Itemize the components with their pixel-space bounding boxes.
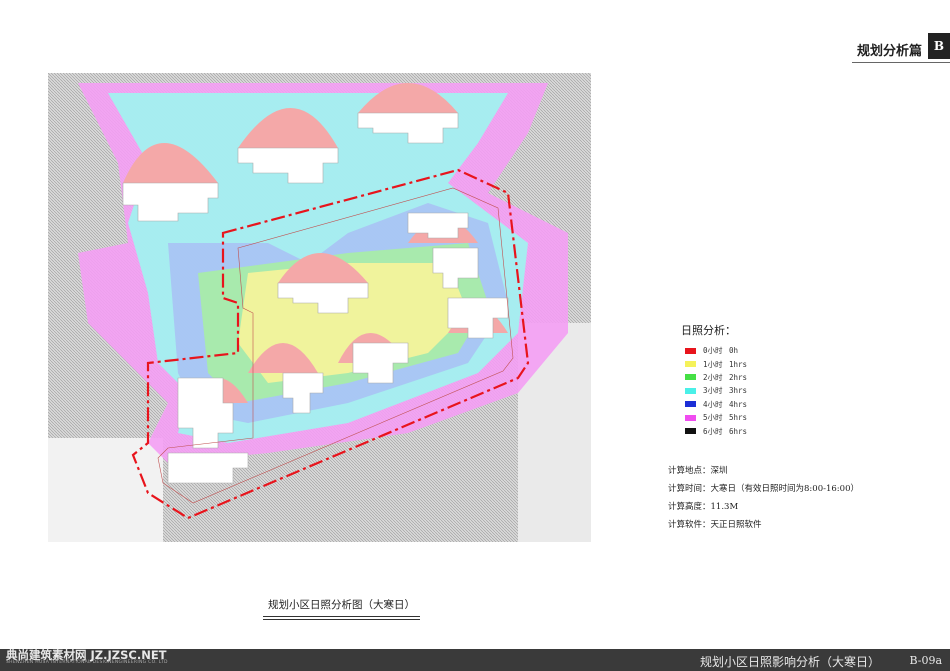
info-value: 大寒日（有效日照时间为8:00-16:00） bbox=[710, 484, 859, 494]
legend-item-5h: 5小时 5hrs bbox=[681, 411, 747, 424]
legend-label-zh: 0小时 bbox=[703, 346, 723, 356]
info-time: 计算时间：大寒日（有效日照时间为8:00-16:00） bbox=[668, 480, 859, 498]
info-label: 计算高度： bbox=[668, 502, 711, 512]
sunlight-legend: 日照分析： 0小时 0h 1小时 1hrs 2小时 2hrs 3小时 3hrs … bbox=[681, 322, 747, 438]
legend-label-en: 3hrs bbox=[729, 386, 748, 396]
page-number: B-09a bbox=[909, 654, 942, 667]
legend-swatch bbox=[685, 401, 696, 408]
legend-swatch bbox=[685, 428, 696, 435]
legend-item-1h: 1小时 1hrs bbox=[681, 357, 747, 370]
legend-swatch bbox=[685, 387, 696, 394]
info-height: 计算高度：11.3M bbox=[668, 498, 859, 516]
caption-underline bbox=[263, 616, 420, 617]
legend-label-zh: 3小时 bbox=[703, 386, 723, 396]
footer-company: SHENZHEN HUSA INTERNATIONAL DESIGNENGINE… bbox=[6, 660, 168, 665]
legend-item-6h: 6小时 6hrs bbox=[681, 424, 747, 437]
legend-item-3h: 3小时 3hrs bbox=[681, 384, 747, 397]
header-title: 规划分析篇 bbox=[856, 44, 922, 59]
sunlight-analysis-map bbox=[48, 73, 591, 542]
legend-label-zh: 2小时 bbox=[703, 372, 723, 382]
info-value: 天正日照软件 bbox=[710, 520, 762, 530]
legend-label-en: 6hrs bbox=[729, 426, 748, 436]
legend-swatch bbox=[685, 347, 696, 354]
legend-label-zh: 1小时 bbox=[703, 359, 723, 369]
info-label: 计算时间： bbox=[668, 484, 711, 494]
caption-underline bbox=[263, 619, 420, 620]
legend-item-0h: 0小时 0h bbox=[681, 344, 747, 357]
legend-label-en: 0h bbox=[729, 346, 739, 356]
info-value: 深圳 bbox=[710, 466, 728, 476]
legend-swatch bbox=[685, 361, 696, 368]
legend-label-zh: 4小时 bbox=[703, 399, 723, 409]
section-badge: B bbox=[928, 33, 950, 59]
map-caption: 规划小区日照分析图（大寒日） bbox=[268, 599, 415, 611]
legend-label-en: 5hrs bbox=[729, 413, 748, 423]
white-area-bottom-left bbox=[48, 438, 163, 542]
info-software: 计算软件：天正日照软件 bbox=[668, 516, 859, 534]
info-location: 计算地点：深圳 bbox=[668, 462, 859, 480]
legend-item-2h: 2小时 2hrs bbox=[681, 371, 747, 384]
info-label: 计算软件： bbox=[668, 520, 711, 530]
info-label: 计算地点： bbox=[668, 466, 711, 476]
legend-title: 日照分析： bbox=[681, 324, 736, 337]
legend-label-en: 2hrs bbox=[729, 372, 748, 382]
legend-swatch bbox=[685, 374, 696, 381]
legend-item-4h: 4小时 4hrs bbox=[681, 398, 747, 411]
info-value: 11.3M bbox=[710, 502, 739, 512]
header-rule bbox=[852, 62, 950, 63]
legend-label-en: 4hrs bbox=[729, 399, 748, 409]
footer-title: 规划小区日照影响分析（大寒日） bbox=[699, 655, 880, 669]
legend-swatch bbox=[685, 414, 696, 421]
legend-label-zh: 6小时 bbox=[703, 426, 723, 436]
legend-label-en: 1hrs bbox=[729, 359, 748, 369]
legend-label-zh: 5小时 bbox=[703, 413, 723, 423]
calculation-info: 计算地点：深圳 计算时间：大寒日（有效日照时间为8:00-16:00） 计算高度… bbox=[668, 462, 859, 534]
